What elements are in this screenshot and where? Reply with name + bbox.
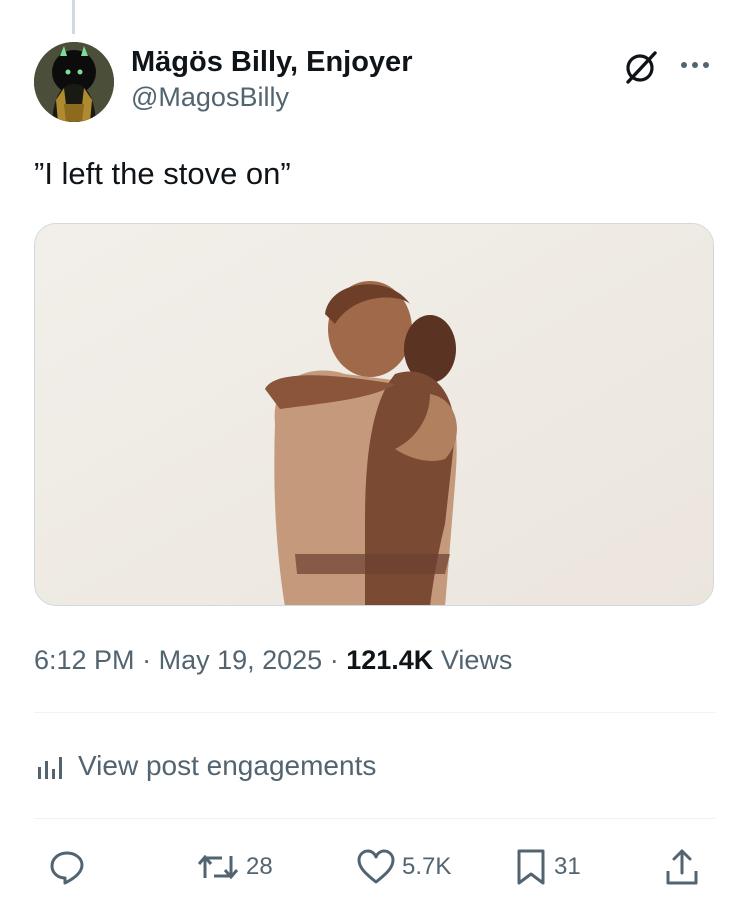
share-icon xyxy=(666,849,698,885)
post-author[interactable]: Mägös Billy, Enjoyer @MagosBilly xyxy=(131,44,412,114)
view-post-engagements-link[interactable]: View post engagements xyxy=(34,746,376,786)
share-button[interactable] xyxy=(664,846,706,888)
like-button[interactable]: 5.7K xyxy=(356,846,451,888)
helmeted-figure-avatar-icon xyxy=(34,42,114,122)
reply-icon xyxy=(50,851,84,885)
meta-separator: · xyxy=(329,645,339,675)
analytics-bars-icon xyxy=(38,757,62,779)
reply-button[interactable] xyxy=(48,846,92,888)
post-date[interactable]: May 19, 2025 xyxy=(159,645,323,675)
bookmark-icon xyxy=(517,849,545,885)
post-media-image[interactable] xyxy=(34,223,714,606)
divider xyxy=(34,712,715,713)
avatar[interactable] xyxy=(34,42,114,122)
repost-button[interactable]: 28 xyxy=(196,846,273,888)
grok-icon[interactable] xyxy=(622,48,660,86)
view-post-engagements-label: View post engagements xyxy=(78,750,377,781)
author-display-name[interactable]: Mägös Billy, Enjoyer xyxy=(131,44,412,80)
bookmark-count: 31 xyxy=(554,853,581,880)
embrace-photo-icon xyxy=(35,224,713,605)
like-count: 5.7K xyxy=(402,853,452,880)
more-options-icon[interactable] xyxy=(676,50,714,80)
bookmark-button[interactable]: 31 xyxy=(514,846,581,888)
heart-icon xyxy=(357,849,395,884)
post-text: ”I left the stove on” xyxy=(34,156,291,191)
repost-count: 28 xyxy=(246,853,273,880)
thread-connector-line xyxy=(72,0,75,34)
views-count: 121.4K xyxy=(346,645,434,675)
views-label: Views xyxy=(440,645,513,675)
post-timestamp-and-views: 6:12 PM · May 19, 2025 · 121.4K Views xyxy=(34,642,512,678)
author-handle[interactable]: @MagosBilly xyxy=(131,80,412,114)
meta-separator: · xyxy=(142,645,152,675)
post-time[interactable]: 6:12 PM xyxy=(34,645,135,675)
repost-icon xyxy=(197,854,239,880)
divider xyxy=(34,818,715,819)
